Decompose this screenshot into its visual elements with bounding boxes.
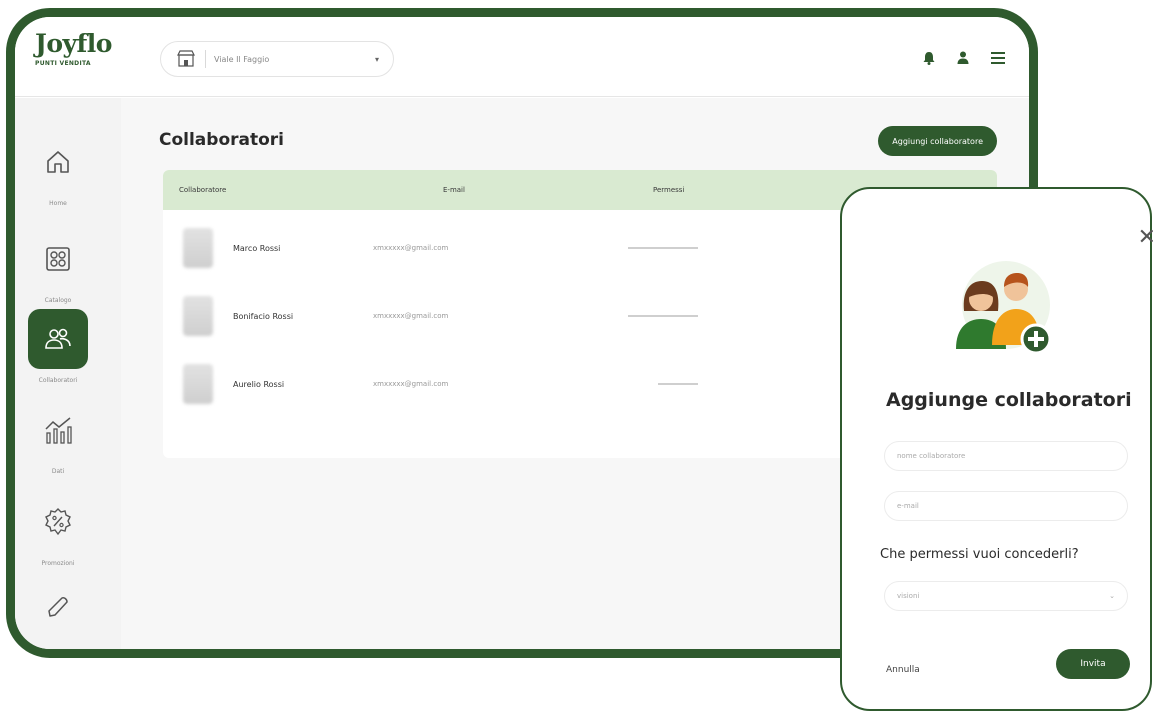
user-icon[interactable] <box>957 51 969 65</box>
collaborators-illustration <box>950 253 1054 361</box>
sidebar-item-home[interactable]: Home <box>15 132 101 207</box>
add-collaborator-modal: ✕ Aggiunge collaboratori nome collaborat… <box>840 187 1153 711</box>
sidebar-item-collaborators[interactable]: Collaboratori <box>15 309 101 384</box>
brand-name: Joyflo <box>35 29 112 58</box>
collaborator-permissions <box>658 383 698 385</box>
sidebar-icon-box <box>28 309 88 369</box>
sidebar-icon-box <box>28 578 88 638</box>
collaborator-name: Aurelio Rossi <box>233 379 285 389</box>
sidebar-icon-box <box>28 229 88 289</box>
sidebar-item-data[interactable]: Dati <box>15 400 101 475</box>
brand-logo[interactable]: Joyflo PUNTI VENDITA <box>35 29 115 67</box>
column-header-collaborator: Collaboratore <box>179 186 227 194</box>
catalog-icon <box>46 247 70 271</box>
page-title: Collaboratori <box>159 130 285 150</box>
sidebar-icon-box <box>28 132 88 192</box>
store-icon <box>175 48 197 70</box>
store-selector[interactable]: Viale Il Faggio ▾ <box>160 41 394 77</box>
stats-icon <box>45 417 72 444</box>
collaborator-email: xmxxxxx@gmail.com <box>373 312 449 320</box>
avatar <box>183 364 213 404</box>
sidebar-item-edit[interactable] <box>15 578 101 638</box>
permissions-select[interactable]: visioni ⌄ <box>884 581 1128 611</box>
sidebar-item-catalog[interactable]: Catalogo <box>15 229 101 304</box>
home-icon <box>47 151 69 173</box>
sidebar-item-label: Dati <box>51 468 65 475</box>
permissions-select-value: visioni <box>897 592 920 600</box>
chevron-down-icon: ⌄ <box>1109 592 1115 600</box>
collaborator-email: xmxxxxx@gmail.com <box>373 380 449 388</box>
bell-icon[interactable] <box>923 51 935 65</box>
collaborator-name: Marco Rossi <box>233 243 281 253</box>
store-selector-divider <box>205 50 206 68</box>
modal-title: Aggiunge collaboratori <box>886 389 1132 411</box>
sidebar-icon-box <box>28 492 88 552</box>
sidebar-item-label: Promozioni <box>41 560 75 567</box>
brand-tagline: PUNTI VENDITA <box>35 60 91 67</box>
sidebar-item-promotions[interactable]: Promozioni <box>15 492 101 567</box>
collaborator-permissions <box>628 315 698 317</box>
avatar <box>183 228 213 268</box>
sidebar-item-label: Collaboratori <box>38 377 78 384</box>
sidebar: Home Catalogo Collaboratori Dati Promozi… <box>15 98 121 649</box>
pen-icon <box>48 597 68 617</box>
email-field[interactable]: e-mail <box>884 491 1128 521</box>
collaborator-name-field[interactable]: nome collaboratore <box>884 441 1128 471</box>
top-bar: Joyflo PUNTI VENDITA Viale Il Faggio ▾ <box>15 17 1029 97</box>
avatar <box>183 296 213 336</box>
cancel-button[interactable]: Annulla <box>884 657 922 683</box>
collaborator-email: xmxxxxx@gmail.com <box>373 244 449 252</box>
top-icons <box>923 51 1005 65</box>
permissions-question: Che permessi vuoi concederli? <box>880 547 1079 562</box>
percent-icon <box>45 508 71 536</box>
sidebar-item-label: Home <box>49 200 67 207</box>
store-selector-value: Viale Il Faggio <box>214 54 270 64</box>
column-header-permissions: Permessi <box>653 186 685 194</box>
sidebar-icon-box <box>28 400 88 460</box>
add-collaborator-button[interactable]: Aggiungi collaboratore <box>878 126 997 156</box>
sidebar-item-label: Catalogo <box>44 297 72 304</box>
collaborator-name: Bonifacio Rossi <box>233 311 294 321</box>
invite-button[interactable]: Invita <box>1056 649 1130 679</box>
collaborator-permissions <box>628 247 698 249</box>
users-icon <box>45 328 71 349</box>
column-header-email: E-mail <box>443 186 465 194</box>
menu-icon[interactable] <box>991 52 1005 64</box>
close-icon[interactable]: ✕ <box>1138 227 1153 249</box>
chevron-down-icon: ▾ <box>374 54 379 64</box>
